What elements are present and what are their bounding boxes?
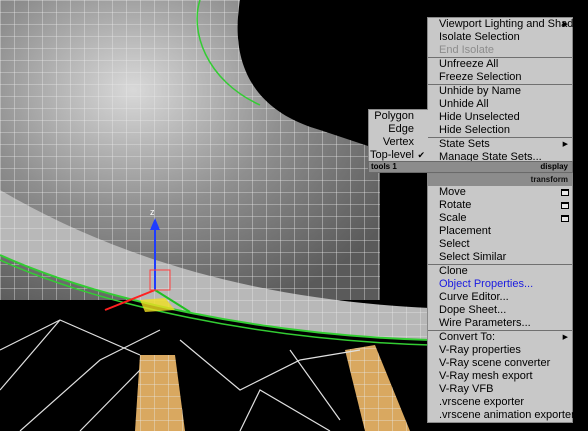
option-box-icon[interactable] [561,202,569,209]
menu-item-label: .vrscene exporter [439,396,524,408]
menu-item-select-similar[interactable]: Select Similar [428,251,572,264]
menu-item-label: Scale [439,212,467,224]
quad-menu-tools1: Polygon Edge Vertex Top-level ✔ [368,109,428,163]
submenu-arrow-icon: ▶ [562,334,568,341]
menu-item-unfreeze-all[interactable]: Unfreeze All [428,58,572,71]
menu-item-label: Hide Selection [439,124,510,136]
menu-item-unhide-by-name[interactable]: Unhide by Name [428,85,572,98]
menu-item-unhide-all[interactable]: Unhide All [428,98,572,111]
menu-item-move[interactable]: Move [428,186,572,199]
menu-item-label: State Sets [439,138,490,150]
quad-menu-display: Viewport Lighting and Shadows ▶ Isolate Se… [427,17,588,165]
menu-item-dope-sheet[interactable]: Dope Sheet... [428,304,572,317]
menu-item-label: V-Ray properties [439,344,521,356]
quad-header-tools1: tools 1 [371,162,397,171]
transform-items: Move Rotate Scale Placement Select Select Sim… [428,186,575,422]
menu-item-v-ray-scene-converter[interactable]: V-Ray scene converter [428,357,572,370]
submenu-arrow-icon: ▶ [562,21,568,28]
menu-item-placement[interactable]: Placement [428,225,572,238]
menu-item-polygon[interactable]: Polygon [369,110,428,123]
menu-item-end-isolate: End Isolate [428,44,572,57]
menu-item-label: .vrscene animation exporter [439,409,575,421]
quad-header-bar: tools 1 display [368,161,573,173]
menu-item-label: Object Properties... [439,278,534,290]
menu-item-hide-selection[interactable]: Hide Selection [428,124,572,137]
menu-item-label: Top-level [369,149,414,161]
menu-item-label: Unfreeze All [439,58,499,70]
menu-item-label: Isolate Selection [439,31,520,43]
menu-item-vrscene-animation-exporter[interactable]: .vrscene animation exporter [428,409,575,422]
menu-item-select[interactable]: Select [428,238,572,251]
menu-item-state-sets[interactable]: State Sets ▶ [428,138,572,151]
menu-item-label: V-Ray mesh export [439,370,533,382]
menu-item-label: Placement [439,225,491,237]
option-box-icon[interactable] [561,189,569,196]
menu-item-label: Hide Unselected [439,111,520,123]
menu-item-rotate[interactable]: Rotate [428,199,572,212]
menu-item-convert-to[interactable]: Convert To: ▶ [428,331,572,344]
menu-item-label: Select [439,238,470,250]
svg-text:z: z [150,207,155,217]
menu-item-v-ray-vfb[interactable]: V-Ray VFB [428,383,572,396]
menu-item-freeze-selection[interactable]: Freeze Selection [428,71,572,84]
quad-header-transform: transform [428,174,572,186]
menu-item-label: V-Ray VFB [439,383,494,395]
menu-item-wire-parameters[interactable]: Wire Parameters... [428,317,572,330]
menu-item-label: V-Ray scene converter [439,357,551,369]
menu-item-hide-unselected[interactable]: Hide Unselected [428,111,572,124]
menu-item-label: Dope Sheet... [439,304,507,316]
submenu-arrow-icon: ▶ [562,141,568,148]
menu-item-label: Move [439,186,466,198]
menu-item-label: Unhide All [439,98,489,110]
menu-item-label: Wire Parameters... [439,317,531,329]
menu-item-v-ray-mesh-export[interactable]: V-Ray mesh export [428,370,572,383]
menu-item-label: Polygon [374,110,414,122]
menu-item-label: Vertex [382,136,414,148]
menu-item-edge[interactable]: Edge [369,123,428,136]
menu-item-label: Freeze Selection [439,71,522,83]
menu-item-vertex[interactable]: Vertex [369,136,428,149]
menu-item-label: Curve Editor... [439,291,509,303]
quad-header-display: display [540,162,568,171]
menu-item-label: Select Similar [439,251,507,263]
menu-item-scale[interactable]: Scale [428,212,572,225]
menu-item-vrscene-exporter[interactable]: .vrscene exporter [428,396,572,409]
menu-item-v-ray-properties[interactable]: V-Ray properties [428,344,572,357]
menu-item-label: Convert To: [439,331,496,343]
quad-menu-transform: transform Move Rotate Scale Placement Select… [427,173,575,423]
menu-item-label: Unhide by Name [439,85,521,97]
option-box-icon[interactable] [561,215,569,222]
menu-item-isolate-selection[interactable]: Isolate Selection [428,31,572,44]
menu-item-curve-editor[interactable]: Curve Editor... [428,291,572,304]
menu-item-label: Clone [439,265,468,277]
menu-item-label: Rotate [439,199,472,211]
menu-item-object-properties[interactable]: Object Properties... [428,278,572,291]
menu-item-label: Edge [388,123,414,135]
menu-item-clone[interactable]: Clone [428,265,572,278]
menu-item-viewport-lighting-and-shadows[interactable]: Viewport Lighting and Shadows ▶ [428,18,588,31]
menu-item-label: End Isolate [439,44,495,56]
